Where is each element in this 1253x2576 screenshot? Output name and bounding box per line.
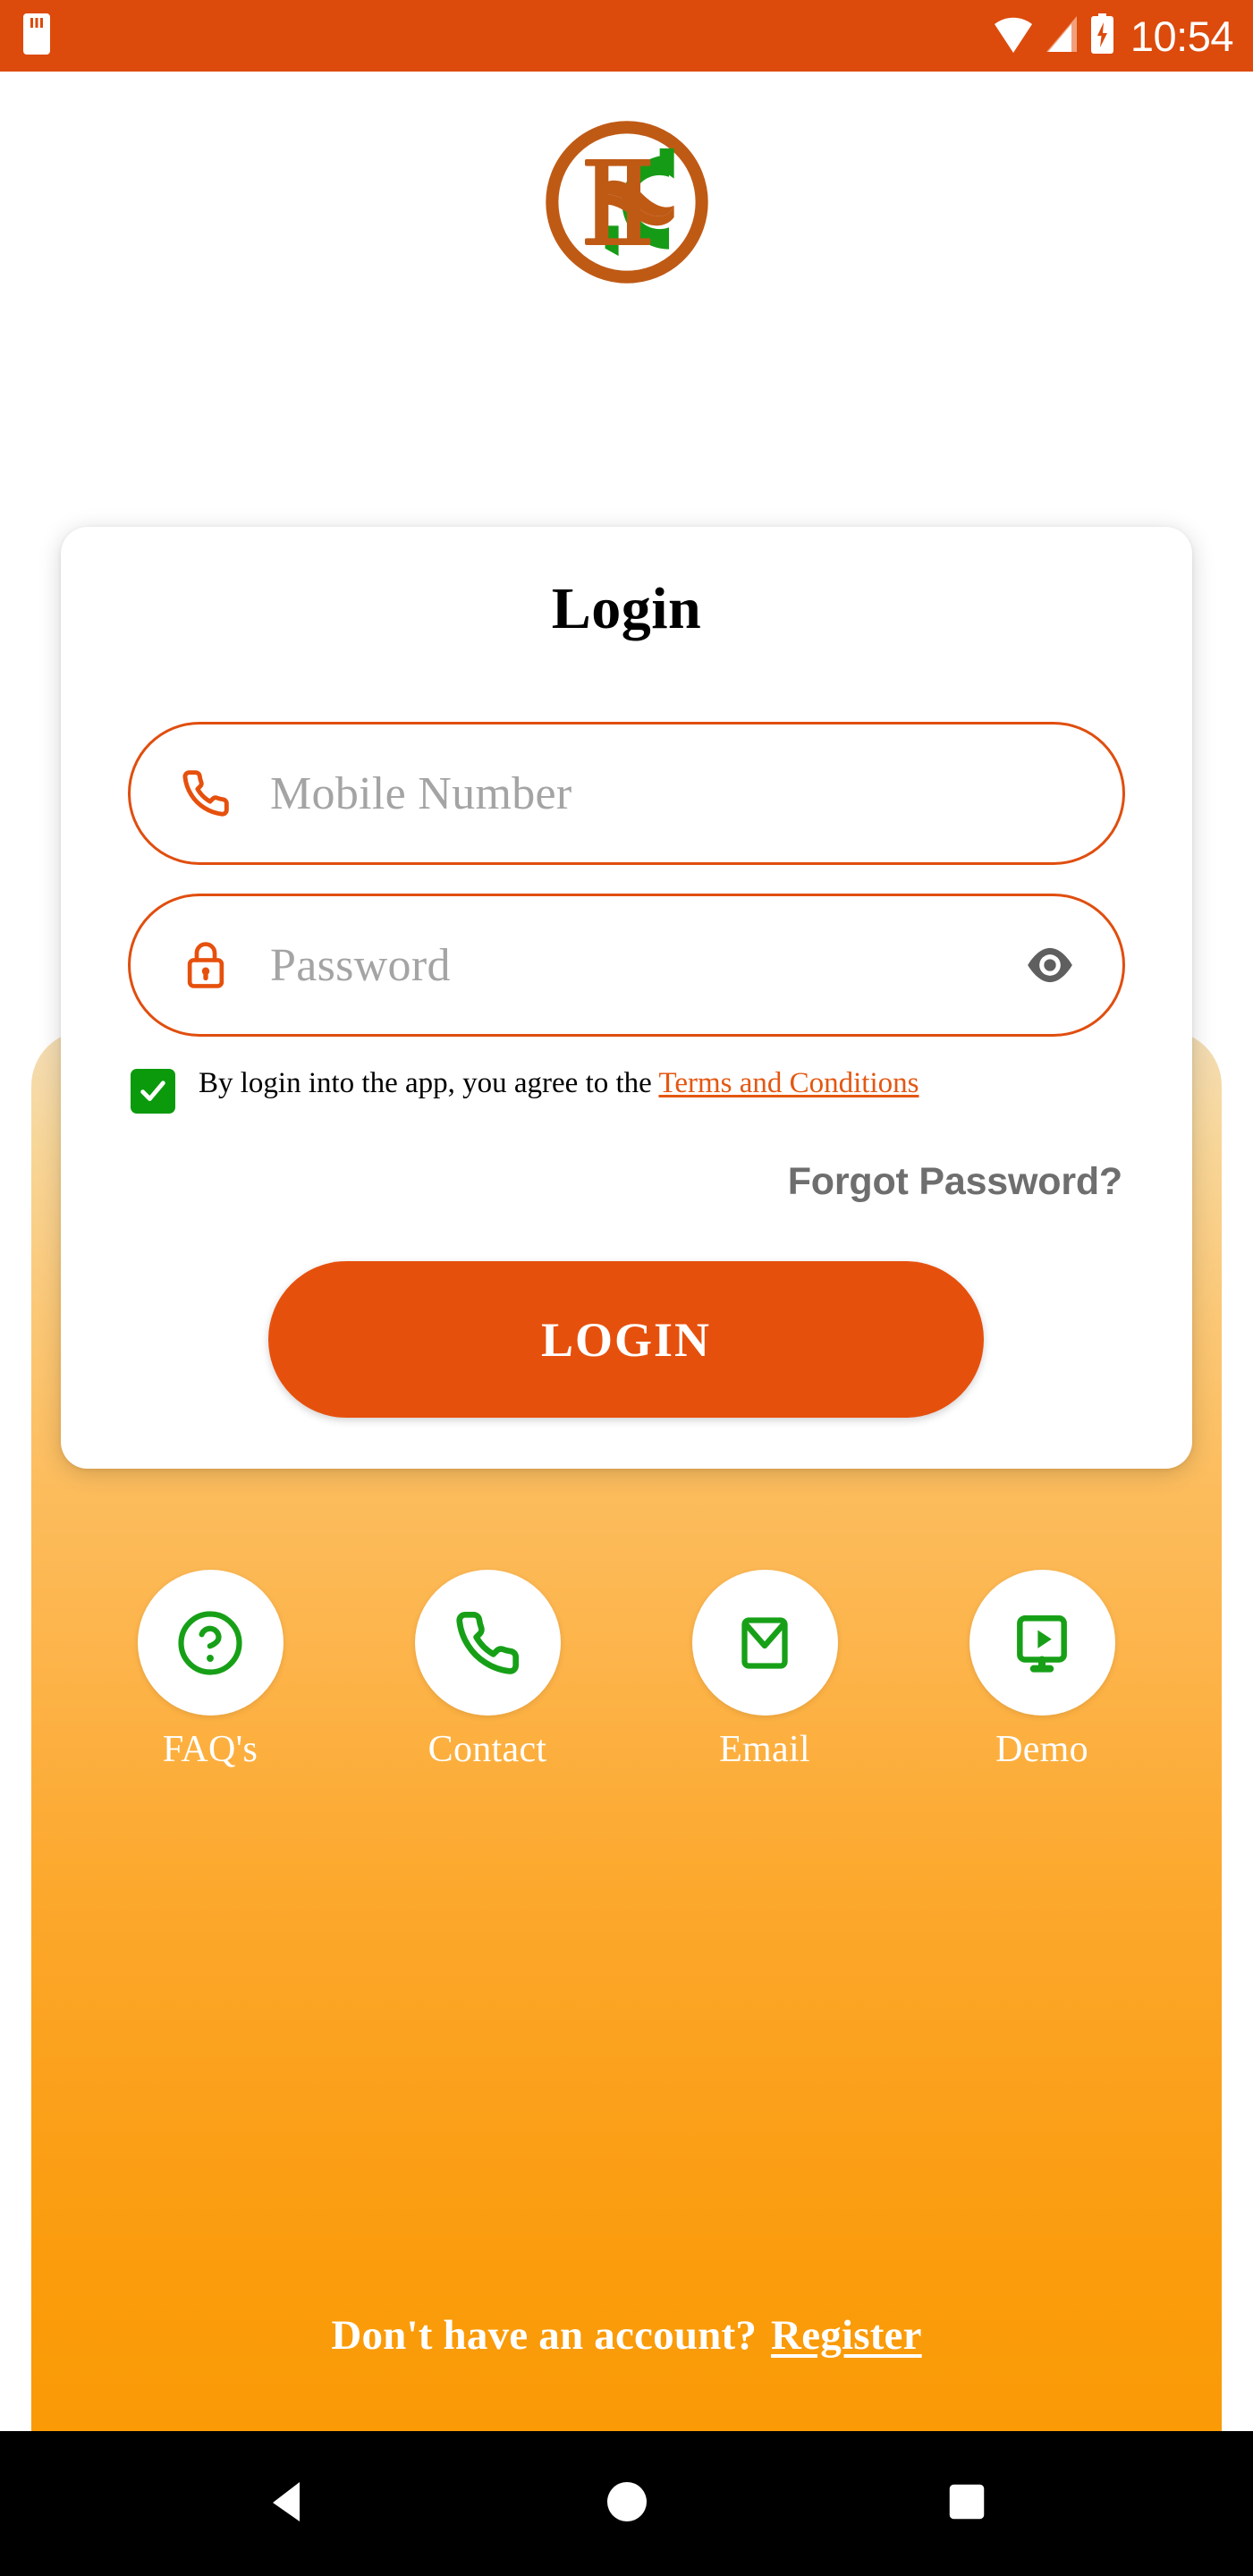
android-navigation-bar (0, 2431, 1253, 2576)
home-circle-icon[interactable] (605, 2480, 648, 2528)
quick-action-contact[interactable]: Contact (398, 1570, 577, 1771)
register-link[interactable]: Register (771, 2312, 922, 2359)
envelope-icon[interactable] (691, 1570, 838, 1716)
login-screen: 10:54 Login Mobile Number Password By lo… (0, 0, 1253, 2576)
recents-square-icon[interactable] (947, 2482, 986, 2526)
signal-icon (1045, 15, 1079, 57)
quick-action-label: Contact (428, 1729, 547, 1770)
sim-card-icon (23, 13, 50, 59)
mobile-number-field[interactable]: Mobile Number (128, 722, 1125, 865)
isc-monogram-logo (545, 121, 708, 284)
phone-icon (177, 768, 234, 818)
quick-action-label: FAQ's (162, 1729, 258, 1770)
forgot-password-link[interactable]: Forgot Password? (788, 1160, 1122, 1204)
terms-prefix: By login into the app, you agree to the (199, 1067, 659, 1099)
terms-checkbox[interactable] (131, 1069, 175, 1114)
terms-agreement-row[interactable]: By login into the app, you agree to the … (131, 1063, 1052, 1114)
status-bar: 10:54 (0, 0, 1253, 72)
eye-icon[interactable] (1019, 946, 1081, 984)
quick-action-demo[interactable]: Demo (952, 1570, 1131, 1771)
lock-icon (177, 939, 234, 991)
phone-icon[interactable] (414, 1570, 561, 1716)
status-bar-clock: 10:54 (1130, 12, 1234, 60)
nav-recents-button[interactable] (797, 2482, 1137, 2526)
status-bar-right: 10:54 (994, 12, 1234, 60)
password-placeholder[interactable]: Password (270, 939, 1019, 992)
terms-and-conditions-link[interactable]: Terms and Conditions (658, 1067, 919, 1099)
terms-text: By login into the app, you agree to the … (199, 1063, 919, 1104)
login-card: Login Mobile Number Password By login in… (61, 527, 1192, 1469)
quick-action-faqs[interactable]: FAQ's (121, 1570, 300, 1771)
nav-back-button[interactable] (117, 2480, 457, 2528)
wifi-icon (994, 15, 1033, 57)
app-logo (0, 118, 1253, 286)
page-title: Login (551, 576, 702, 641)
back-triangle-icon[interactable] (269, 2480, 305, 2528)
status-bar-left (23, 13, 50, 59)
register-prompt: Don't have an account? (331, 2312, 758, 2359)
nav-home-button[interactable] (457, 2480, 797, 2528)
help-circle-icon[interactable] (137, 1570, 284, 1716)
battery-charging-icon (1090, 13, 1114, 58)
quick-actions-row: FAQ's Contact Email Demo (98, 1570, 1154, 1771)
device-play-icon[interactable] (969, 1570, 1115, 1716)
quick-action-email[interactable]: Email (675, 1570, 854, 1771)
password-field[interactable]: Password (128, 894, 1125, 1037)
quick-action-label: Email (719, 1729, 810, 1770)
register-prompt-row: Don't have an account? Register (0, 2311, 1253, 2360)
quick-action-label: Demo (995, 1729, 1088, 1770)
mobile-number-placeholder[interactable]: Mobile Number (270, 767, 1087, 820)
login-button[interactable]: LOGIN (268, 1261, 984, 1418)
